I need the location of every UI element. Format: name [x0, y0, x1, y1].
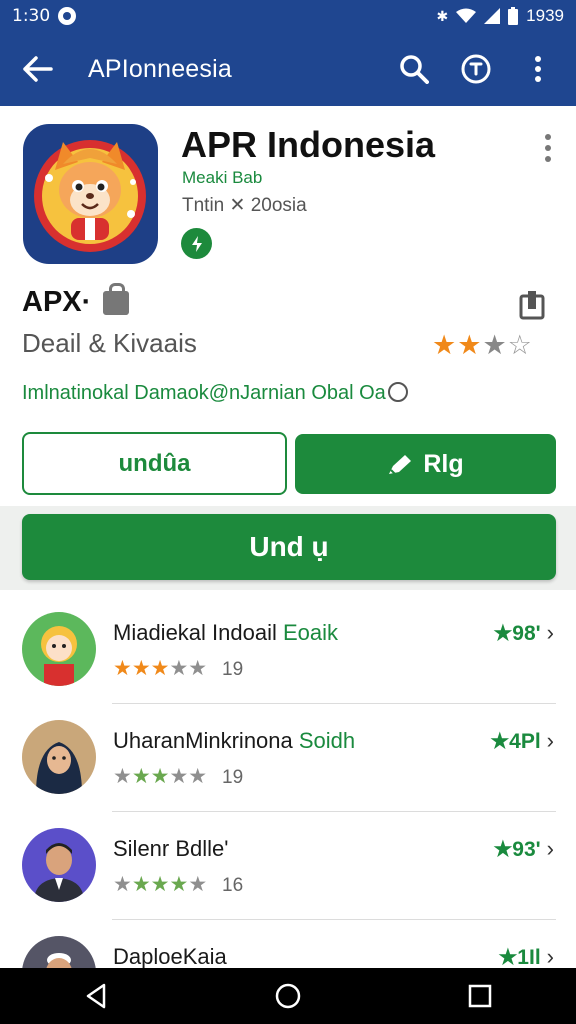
list-item-score: ★93' › — [493, 836, 554, 862]
nav-back-icon[interactable] — [76, 976, 116, 1016]
app-header: APR Indonesia Meaki Bab Tntin ✕ 20osia A… — [0, 106, 576, 506]
chevron-right-icon[interactable]: › — [547, 728, 554, 754]
list-item[interactable]: Silenr Bdlle' ★★★★★ 16 ★93' › — [0, 812, 576, 920]
apx-label: APX· — [22, 286, 92, 318]
chevron-right-icon[interactable]: › — [547, 620, 554, 646]
list-item-score: ★98' › — [493, 620, 554, 646]
app-category: Deail & Kivaais — [22, 328, 197, 358]
list-item-stars: ★★★★★ — [113, 873, 208, 896]
list-item[interactable]: Miadiekal Indoail Eoaik ★★★★★ 19 ★98' › — [0, 596, 576, 704]
bluetooth-icon: ✱ — [436, 7, 449, 24]
list-item-score: ★1Il › — [498, 944, 554, 968]
secondary-button[interactable]: undûa — [22, 432, 287, 495]
chevron-right-icon[interactable]: › — [547, 836, 554, 862]
avatar — [22, 828, 96, 902]
app-bar-title: APIonneesia — [88, 54, 232, 83]
install-button[interactable]: Und ụ — [22, 514, 556, 580]
info-circle-icon — [387, 382, 408, 402]
avatar — [22, 720, 96, 794]
app-rating-stars: ★★★☆ — [432, 330, 533, 360]
list-item-count: 19 — [222, 767, 244, 788]
app-name: APR Indonesia — [181, 124, 436, 165]
apx-row: APX· — [22, 282, 130, 319]
app-subtitle: Tntin ✕ 20osia — [182, 195, 307, 216]
coin-icon[interactable] — [456, 49, 496, 89]
nav-home-icon[interactable] — [268, 976, 308, 1016]
list-item-name: UharanMinkrinona Soidh — [113, 728, 356, 753]
back-arrow-icon[interactable] — [18, 49, 58, 89]
chevron-right-icon[interactable]: › — [547, 944, 554, 968]
list-item-count: 16 — [222, 875, 244, 896]
more-vert-icon[interactable] — [518, 49, 558, 89]
app-icon[interactable] — [23, 124, 158, 264]
search-icon[interactable] — [394, 49, 434, 89]
related-list: Miadiekal Indoail Eoaik ★★★★★ 19 ★98' › U… — [0, 596, 576, 968]
avatar — [22, 936, 96, 968]
developer-link[interactable]: Meaki Bab — [182, 168, 262, 188]
list-item-stars: ★★★★★ — [113, 765, 208, 788]
app-bar: APIonneesia — [0, 32, 576, 106]
system-nav-bar — [0, 968, 576, 1024]
primary-button-label: Rlg — [423, 449, 464, 478]
notification-icon — [58, 7, 77, 25]
list-item-count: 19 — [222, 659, 244, 680]
list-item-name: DaploeKaia — [113, 944, 227, 968]
nav-recents-icon[interactable] — [460, 976, 500, 1016]
signal-icon — [484, 8, 501, 24]
verified-icon — [181, 228, 212, 259]
wifi-icon — [456, 8, 477, 23]
avatar — [22, 612, 96, 686]
pen-icon — [389, 455, 412, 475]
bookmark-icon[interactable] — [519, 290, 545, 320]
status-right: ✱ 1939 — [436, 6, 564, 26]
app-bar-actions — [394, 49, 558, 89]
list-item-name: Miadiekal Indoail Eoaik — [113, 620, 339, 645]
list-item-name: Silenr Bdlle' — [113, 836, 229, 861]
status-time: 1:30 — [12, 6, 51, 26]
list-item[interactable]: DaploeKaia ★★★★★ ★1Il› — [0, 920, 576, 968]
primary-button[interactable]: Rlg — [295, 434, 556, 494]
lock-icon — [103, 282, 130, 315]
app-tagline: Imlnatinokal Damaok@nJarnian Obal Oa — [22, 382, 408, 405]
status-bar: 1:30 ✱ 1939 — [0, 0, 576, 32]
header-more-icon[interactable] — [537, 128, 559, 168]
list-item[interactable]: UharanMinkrinona Soidh ★★★★★ 19 ★4Pl › — [0, 704, 576, 812]
list-item-stars: ★★★★★ — [113, 657, 208, 680]
list-item-score: ★4Pl › — [490, 728, 554, 754]
battery-icon — [508, 7, 519, 25]
battery-text: 1939 — [526, 6, 564, 25]
